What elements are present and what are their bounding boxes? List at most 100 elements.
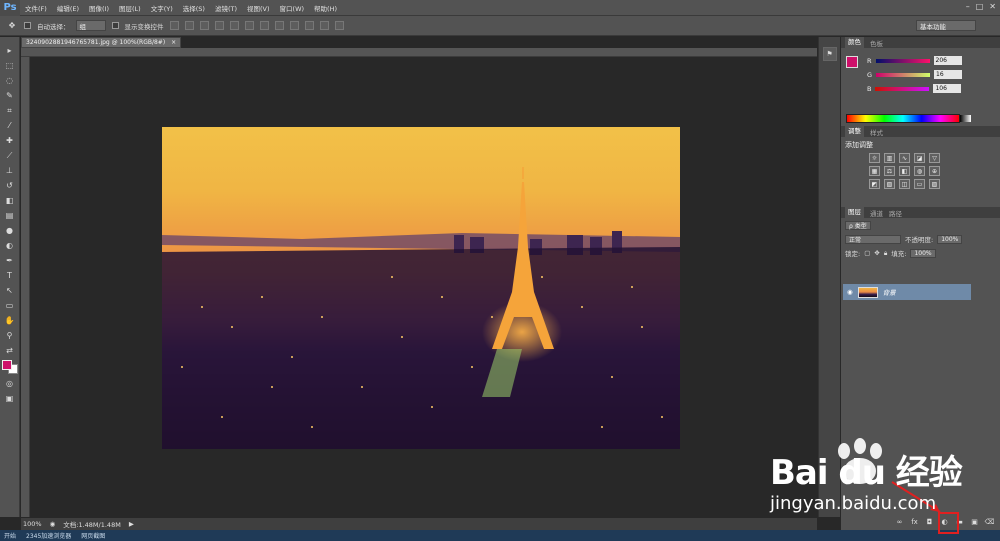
align-bottom-icon[interactable] — [199, 21, 209, 30]
blend-mode-dropdown[interactable]: 正常 — [845, 234, 901, 244]
screen-mode-icon[interactable]: ▣ — [4, 393, 16, 404]
zoom-level[interactable]: 100% — [23, 520, 42, 528]
swap-colors-icon[interactable]: ⇄ — [4, 345, 16, 356]
red-value-field[interactable]: 206 — [933, 56, 962, 65]
threshold-icon[interactable]: ◫ — [899, 179, 910, 189]
tab-swatches[interactable]: 色板 — [870, 38, 883, 48]
blue-slider[interactable] — [875, 86, 930, 91]
menu-type[interactable]: 文字(Y) — [146, 3, 178, 13]
marquee-icon[interactable]: ⬚ — [4, 60, 16, 71]
eyedropper-icon[interactable]: ⁄ — [4, 120, 16, 131]
black-white-icon[interactable]: ◧ — [899, 166, 910, 176]
align-right-icon[interactable] — [244, 21, 254, 30]
curves-icon[interactable]: ∿ — [899, 153, 910, 163]
red-slider[interactable] — [875, 58, 930, 63]
eraser-icon[interactable]: ◧ — [4, 195, 16, 206]
history-brush-icon[interactable]: ↺ — [4, 180, 16, 191]
align-left-icon[interactable] — [214, 21, 224, 30]
taskbar-start[interactable]: 开始 — [4, 531, 16, 540]
visibility-eye-icon[interactable]: ◉ — [847, 288, 853, 296]
workspace-dropdown[interactable]: 基本功能 — [916, 20, 976, 31]
maximize-button[interactable]: □ — [976, 2, 984, 11]
document-tab[interactable]: 324090288194676578​1.jpg @ 100%(RGB/8#) … — [21, 37, 181, 48]
align-middle-icon[interactable] — [184, 21, 194, 30]
quick-select-icon[interactable]: ✎ — [4, 90, 16, 101]
gradient-map-icon[interactable]: ▭ — [914, 179, 925, 189]
move-icon[interactable]: ▸ — [4, 45, 16, 56]
lasso-icon[interactable]: ◌ — [4, 75, 16, 86]
healing-brush-icon[interactable]: ✚ — [4, 135, 16, 146]
brush-icon[interactable]: ⟋ — [4, 150, 16, 161]
lock-position-icon[interactable]: ✥ — [874, 249, 879, 257]
color-balance-icon[interactable]: ⚖ — [884, 166, 895, 176]
menu-select[interactable]: 选择(S) — [178, 3, 210, 13]
dodge-icon[interactable]: ◐ — [4, 240, 16, 251]
invert-icon[interactable]: ◩ — [869, 179, 880, 189]
vibrance-icon[interactable]: ▽ — [929, 153, 940, 163]
menu-file[interactable]: 文件(F) — [20, 3, 52, 13]
gradient-icon[interactable]: ▤ — [4, 210, 16, 221]
align-top-icon[interactable] — [169, 21, 179, 30]
status-icon[interactable]: ◉ — [50, 520, 56, 528]
crop-icon[interactable]: ⌗ — [4, 105, 16, 116]
menu-window[interactable]: 窗口(W) — [275, 3, 310, 13]
taskbar-browser[interactable]: 2345加速浏览器 — [26, 531, 71, 540]
status-menu-arrow-icon[interactable]: ▶ — [129, 520, 134, 528]
distribute-middle-icon[interactable] — [274, 21, 284, 30]
foreground-color[interactable] — [1, 360, 12, 370]
lock-icon[interactable]: ▢ — [864, 249, 870, 257]
show-transform-checkbox[interactable] — [111, 22, 119, 29]
opacity-field[interactable]: 100% — [937, 234, 963, 244]
tab-channels[interactable]: 通道 — [870, 208, 883, 218]
minimize-button[interactable]: – — [966, 2, 970, 11]
fill-field[interactable]: 100% — [910, 248, 936, 258]
color-panel-foreground[interactable] — [846, 56, 858, 68]
levels-icon[interactable]: ▥ — [884, 153, 895, 163]
menu-filter[interactable]: 滤镜(T) — [210, 3, 242, 13]
tab-layers[interactable]: 图层 — [845, 207, 864, 218]
tab-color[interactable]: 颜色 — [845, 37, 864, 48]
menu-view[interactable]: 视图(V) — [242, 3, 275, 13]
close-tab-icon[interactable]: × — [171, 39, 176, 46]
selective-color-icon[interactable]: ▨ — [929, 179, 940, 189]
green-value-field[interactable]: 16 — [934, 70, 963, 79]
photo-eiffel-tower-sunset[interactable] — [162, 127, 680, 449]
menu-help[interactable]: 帮助(H) — [309, 3, 342, 13]
blur-icon[interactable]: ● — [4, 225, 16, 236]
clone-stamp-icon[interactable]: ⊥ — [4, 165, 16, 176]
distribute-bottom-icon[interactable] — [289, 21, 299, 30]
menu-image[interactable]: 图像(I) — [84, 3, 114, 13]
quick-mask-icon[interactable]: ◎ — [4, 378, 16, 389]
move-tool-icon[interactable]: ✥ — [6, 20, 18, 31]
auto-select-dropdown[interactable]: 组 — [75, 20, 106, 31]
blue-value-field[interactable]: 106 — [933, 84, 962, 93]
menu-edit[interactable]: 编辑(E) — [52, 3, 84, 13]
close-button[interactable]: ✕ — [989, 2, 996, 11]
channel-mixer-icon[interactable]: ⊕ — [929, 166, 940, 176]
taskbar-screenshot[interactable]: 网页截图 — [81, 531, 105, 540]
path-select-icon[interactable]: ↖ — [4, 285, 16, 296]
distribute-left-icon[interactable] — [304, 21, 314, 30]
distribute-top-icon[interactable] — [259, 21, 269, 30]
green-slider[interactable] — [876, 72, 931, 77]
layer-filter-dropdown[interactable]: ρ 类型 — [845, 220, 871, 230]
menu-layer[interactable]: 图层(L) — [114, 3, 146, 13]
lock-all-icon[interactable]: 🔒︎ — [884, 249, 887, 258]
hand-icon[interactable]: ✋ — [4, 315, 16, 326]
posterize-icon[interactable]: ▧ — [884, 179, 895, 189]
tab-paths[interactable]: 路径 — [889, 208, 902, 218]
color-spectrum[interactable] — [846, 114, 971, 123]
auto-select-checkbox[interactable] — [24, 22, 31, 29]
pen-icon[interactable]: ✒ — [4, 255, 16, 266]
shape-icon[interactable]: ▭ — [4, 300, 16, 311]
tab-styles[interactable]: 样式 — [870, 127, 883, 137]
align-center-icon[interactable] — [229, 21, 239, 30]
distribute-right-icon[interactable] — [334, 21, 344, 30]
zoom-icon[interactable]: ⚲ — [4, 330, 16, 341]
distribute-center-icon[interactable] — [319, 21, 329, 30]
exposure-icon[interactable]: ◪ — [914, 153, 925, 163]
brightness-icon[interactable]: ☼ — [869, 153, 880, 163]
tab-adjustments[interactable]: 调整 — [845, 126, 864, 137]
layer-background[interactable]: ◉ 背景 — [843, 284, 971, 300]
hue-saturation-icon[interactable]: ▦ — [869, 166, 880, 176]
